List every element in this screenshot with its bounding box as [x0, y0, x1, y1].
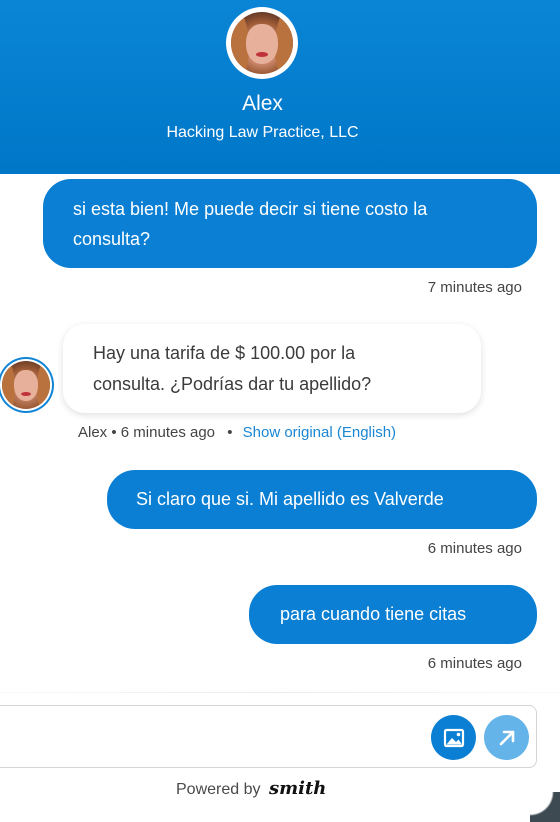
message-input[interactable] — [5, 718, 409, 756]
agent-photo — [231, 12, 293, 74]
attach-image-button[interactable] — [431, 715, 476, 760]
message-meta: Alex • 6 minutes ago • Show original (En… — [78, 424, 396, 441]
company-name: Hacking Law Practice, LLC — [166, 124, 359, 141]
chat-window: Alex Hacking Law Practice, LLC si esta b… — [0, 0, 560, 822]
message-timestamp: 7 minutes ago — [427, 279, 522, 296]
composer-divider — [0, 692, 560, 693]
agent-avatar — [226, 7, 298, 79]
chat-header: Alex Hacking Law Practice, LLC — [0, 0, 560, 174]
sender-name: Alex — [78, 424, 108, 441]
message-timestamp: 6 minutes ago — [427, 540, 522, 557]
message-text: Si claro que si. Mi apellido es Valverde — [136, 489, 444, 509]
agent-photo — [2, 361, 50, 409]
brand-logo[interactable]: smith — [269, 778, 326, 799]
message-text: para cuando tiene citas — [280, 604, 467, 624]
message-text-line: Hay una tarifa de $ 100.00 por la — [93, 343, 356, 363]
message-timestamp: 6 minutes ago — [427, 655, 522, 672]
show-original-link[interactable]: Show original (English) — [243, 424, 396, 441]
powered-by-label: Powered by — [176, 781, 261, 798]
agent-message-avatar — [0, 359, 52, 411]
outgoing-message: si esta bien! Me puede decir si tiene co… — [43, 179, 537, 268]
message-text-line: si esta bien! Me puede decir si tiene co… — [73, 199, 428, 219]
message-text-line: consulta? — [73, 229, 151, 249]
powered-by: Powered by smith — [176, 778, 326, 799]
outgoing-message: para cuando tiene citas — [249, 585, 537, 644]
image-icon — [443, 728, 464, 747]
window-corner — [530, 792, 560, 822]
outgoing-message: Si claro que si. Mi apellido es Valverde — [107, 470, 537, 529]
message-text-line: consulta. ¿Podrías dar tu apellido? — [93, 374, 372, 394]
agent-name: Alex — [242, 92, 283, 115]
meta-separator: • — [111, 424, 117, 441]
incoming-message: Hay una tarifa de $ 100.00 por la consul… — [63, 324, 481, 413]
send-button[interactable] — [484, 715, 529, 760]
send-arrow-icon — [499, 730, 514, 745]
message-timestamp: 6 minutes ago — [120, 424, 216, 441]
meta-separator: • — [227, 424, 233, 441]
